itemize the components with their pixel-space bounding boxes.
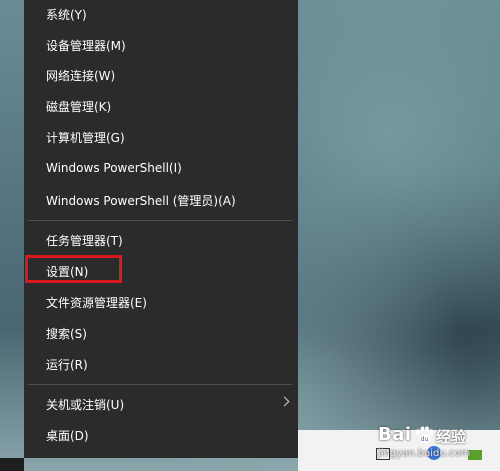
settings-highlight-box bbox=[25, 255, 122, 283]
taskbar bbox=[0, 458, 24, 471]
chevron-right-icon bbox=[279, 396, 290, 407]
menu-item-disk-management[interactable]: 磁盘管理(K) bbox=[24, 91, 298, 121]
menu-item-device-manager[interactable]: 设备管理器(M) bbox=[24, 30, 298, 60]
menu-item-label: 文件资源管理器(E) bbox=[46, 295, 147, 310]
menu-item-label: 桌面(D) bbox=[46, 428, 89, 443]
menu-item-label: Windows PowerShell(I) bbox=[46, 161, 182, 175]
menu-item-powershell-admin[interactable]: Windows PowerShell (管理员)(A) bbox=[24, 185, 298, 215]
menu-item-label: 关机或注销(U) bbox=[46, 397, 125, 412]
menu-item-powershell[interactable]: Windows PowerShell(I) bbox=[24, 153, 298, 183]
winx-context-menu: 系统(Y) 设备管理器(M) 网络连接(W) 磁盘管理(K) 计算机管理(G) … bbox=[24, 0, 298, 458]
menu-item-file-explorer[interactable]: 文件资源管理器(E) bbox=[24, 287, 298, 317]
menu-divider bbox=[28, 384, 292, 385]
menu-item-task-manager[interactable]: 任务管理器(T) bbox=[24, 225, 298, 255]
menu-item-label: 系统(Y) bbox=[46, 7, 87, 22]
menu-item-label: 计算机管理(G) bbox=[46, 130, 125, 145]
menu-divider bbox=[28, 220, 292, 221]
menu-item-label: 磁盘管理(K) bbox=[46, 99, 112, 114]
svg-text:du: du bbox=[421, 436, 429, 443]
menu-item-label: 网络连接(W) bbox=[46, 68, 116, 83]
menu-item-network-connections[interactable]: 网络连接(W) bbox=[24, 60, 298, 90]
menu-item-run[interactable]: 运行(R) bbox=[24, 349, 298, 379]
menu-item-label: 设备管理器(M) bbox=[46, 38, 126, 53]
paw-icon: du bbox=[415, 426, 434, 443]
menu-item-label: 运行(R) bbox=[46, 357, 88, 372]
menu-item-label: Windows PowerShell (管理员)(A) bbox=[46, 193, 236, 208]
menu-item-shutdown-signout[interactable]: 关机或注销(U) bbox=[24, 389, 298, 419]
watermark-brand: Bai bbox=[378, 424, 412, 445]
watermark-jingyan: 经验 bbox=[436, 428, 467, 446]
baidu-watermark: Bai du 经验 jingyan.baidu.com bbox=[378, 418, 498, 470]
menu-item-label: 任务管理器(T) bbox=[46, 233, 123, 248]
menu-item-search[interactable]: 搜索(S) bbox=[24, 318, 298, 348]
menu-item-desktop[interactable]: 桌面(D) bbox=[24, 420, 298, 450]
watermark-url: jingyan.baidu.com bbox=[378, 448, 471, 459]
menu-item-system[interactable]: 系统(Y) bbox=[24, 0, 298, 29]
menu-item-computer-management[interactable]: 计算机管理(G) bbox=[24, 122, 298, 152]
menu-item-label: 搜索(S) bbox=[46, 326, 87, 341]
